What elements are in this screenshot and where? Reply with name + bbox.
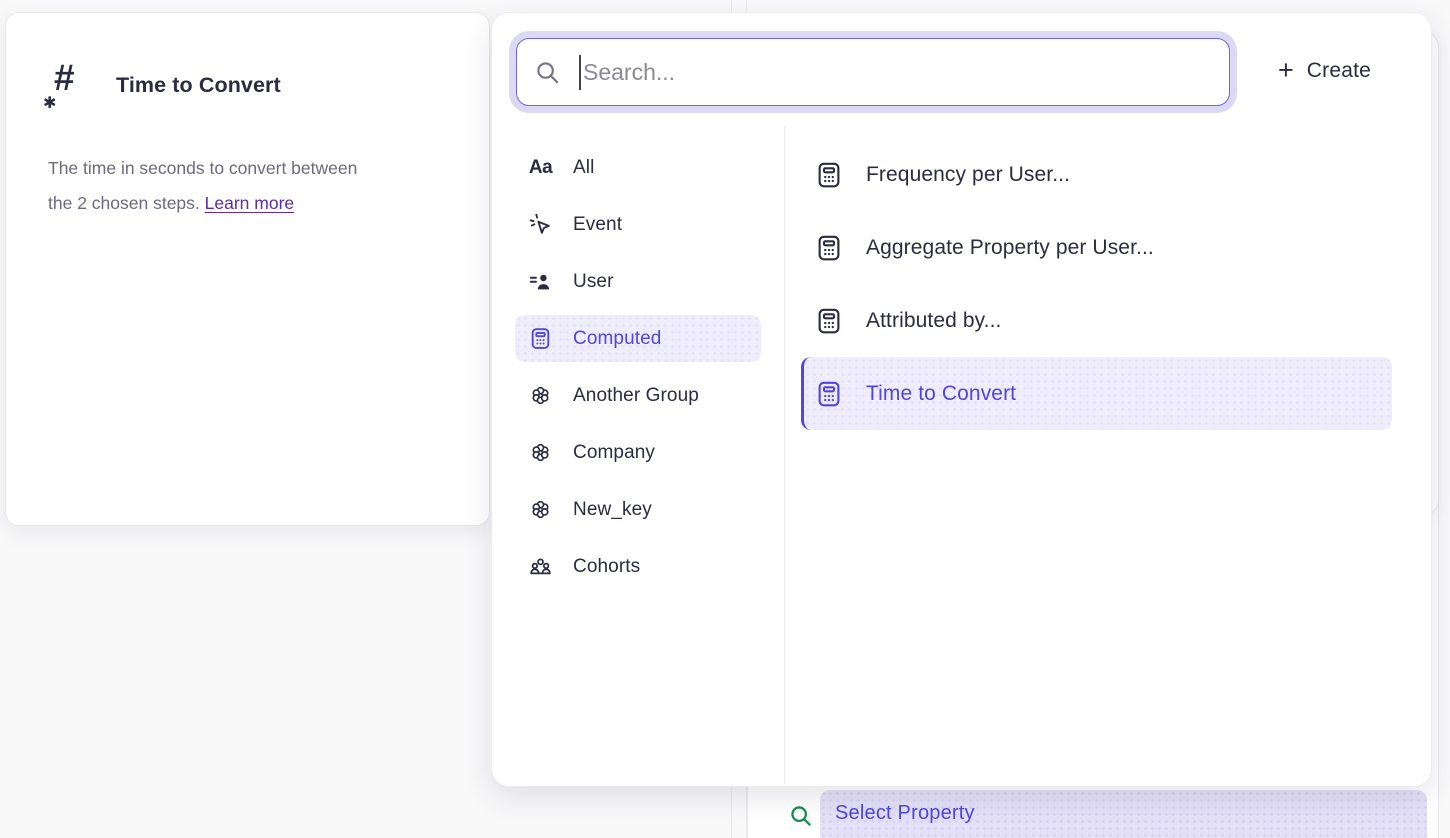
tooltip-header: # ✱ Time to Convert xyxy=(46,61,281,109)
result-time-to-convert[interactable]: Time to Convert xyxy=(801,357,1392,430)
result-list: Frequency per User... Aggregate Property… xyxy=(784,138,1430,430)
tooltip-title: Time to Convert xyxy=(116,73,281,98)
result-aggregate-property-per-user[interactable]: Aggregate Property per User... xyxy=(801,211,1392,284)
category-event[interactable]: Event xyxy=(515,201,761,248)
property-tooltip-card: # ✱ Time to Convert The time in seconds … xyxy=(5,12,490,526)
category-list: Aa All Event xyxy=(515,144,761,600)
cohorts-people-icon xyxy=(528,554,553,579)
computed-calculator-icon xyxy=(814,233,844,263)
computed-calculator-icon xyxy=(814,379,844,409)
text-caret xyxy=(579,55,581,90)
group-cluster-icon xyxy=(528,440,553,465)
category-cohorts[interactable]: Cohorts xyxy=(515,543,761,590)
computed-calculator-icon xyxy=(528,326,553,351)
user-profile-icon xyxy=(528,269,553,294)
numeric-hash-icon: # ✱ xyxy=(46,61,92,109)
search-icon xyxy=(534,59,561,86)
group-cluster-icon xyxy=(528,497,553,522)
learn-more-link[interactable]: Learn more xyxy=(205,193,295,213)
category-new-key[interactable]: New_key xyxy=(515,486,761,533)
result-attributed-by[interactable]: Attributed by... xyxy=(801,284,1392,357)
computed-calculator-icon xyxy=(814,306,844,336)
group-cluster-icon xyxy=(528,383,553,408)
search-icon xyxy=(788,803,814,829)
create-button[interactable]: + Create xyxy=(1268,47,1381,95)
category-another-group[interactable]: Another Group xyxy=(515,372,761,419)
select-property-label: Select Property xyxy=(820,790,975,825)
text-format-icon: Aa xyxy=(528,155,553,180)
search-input[interactable]: Search... xyxy=(516,38,1230,106)
tooltip-description: The time in seconds to convert between t… xyxy=(48,151,448,221)
property-selector-dropdown: Search... + Create Aa All xyxy=(491,12,1432,787)
computed-calculator-icon xyxy=(814,160,844,190)
result-frequency-per-user[interactable]: Frequency per User... xyxy=(801,138,1392,211)
category-all[interactable]: Aa All xyxy=(515,144,761,191)
category-company[interactable]: Company xyxy=(515,429,761,476)
category-computed[interactable]: Computed xyxy=(515,315,761,362)
plus-icon: + xyxy=(1278,57,1294,84)
app-canvas: Select Property # ✱ Time to Convert The … xyxy=(0,0,1450,838)
event-click-icon xyxy=(528,212,553,237)
select-property-button[interactable]: Select Property xyxy=(820,790,1427,838)
category-user[interactable]: User xyxy=(515,258,761,305)
search-placeholder: Search... xyxy=(583,59,675,86)
